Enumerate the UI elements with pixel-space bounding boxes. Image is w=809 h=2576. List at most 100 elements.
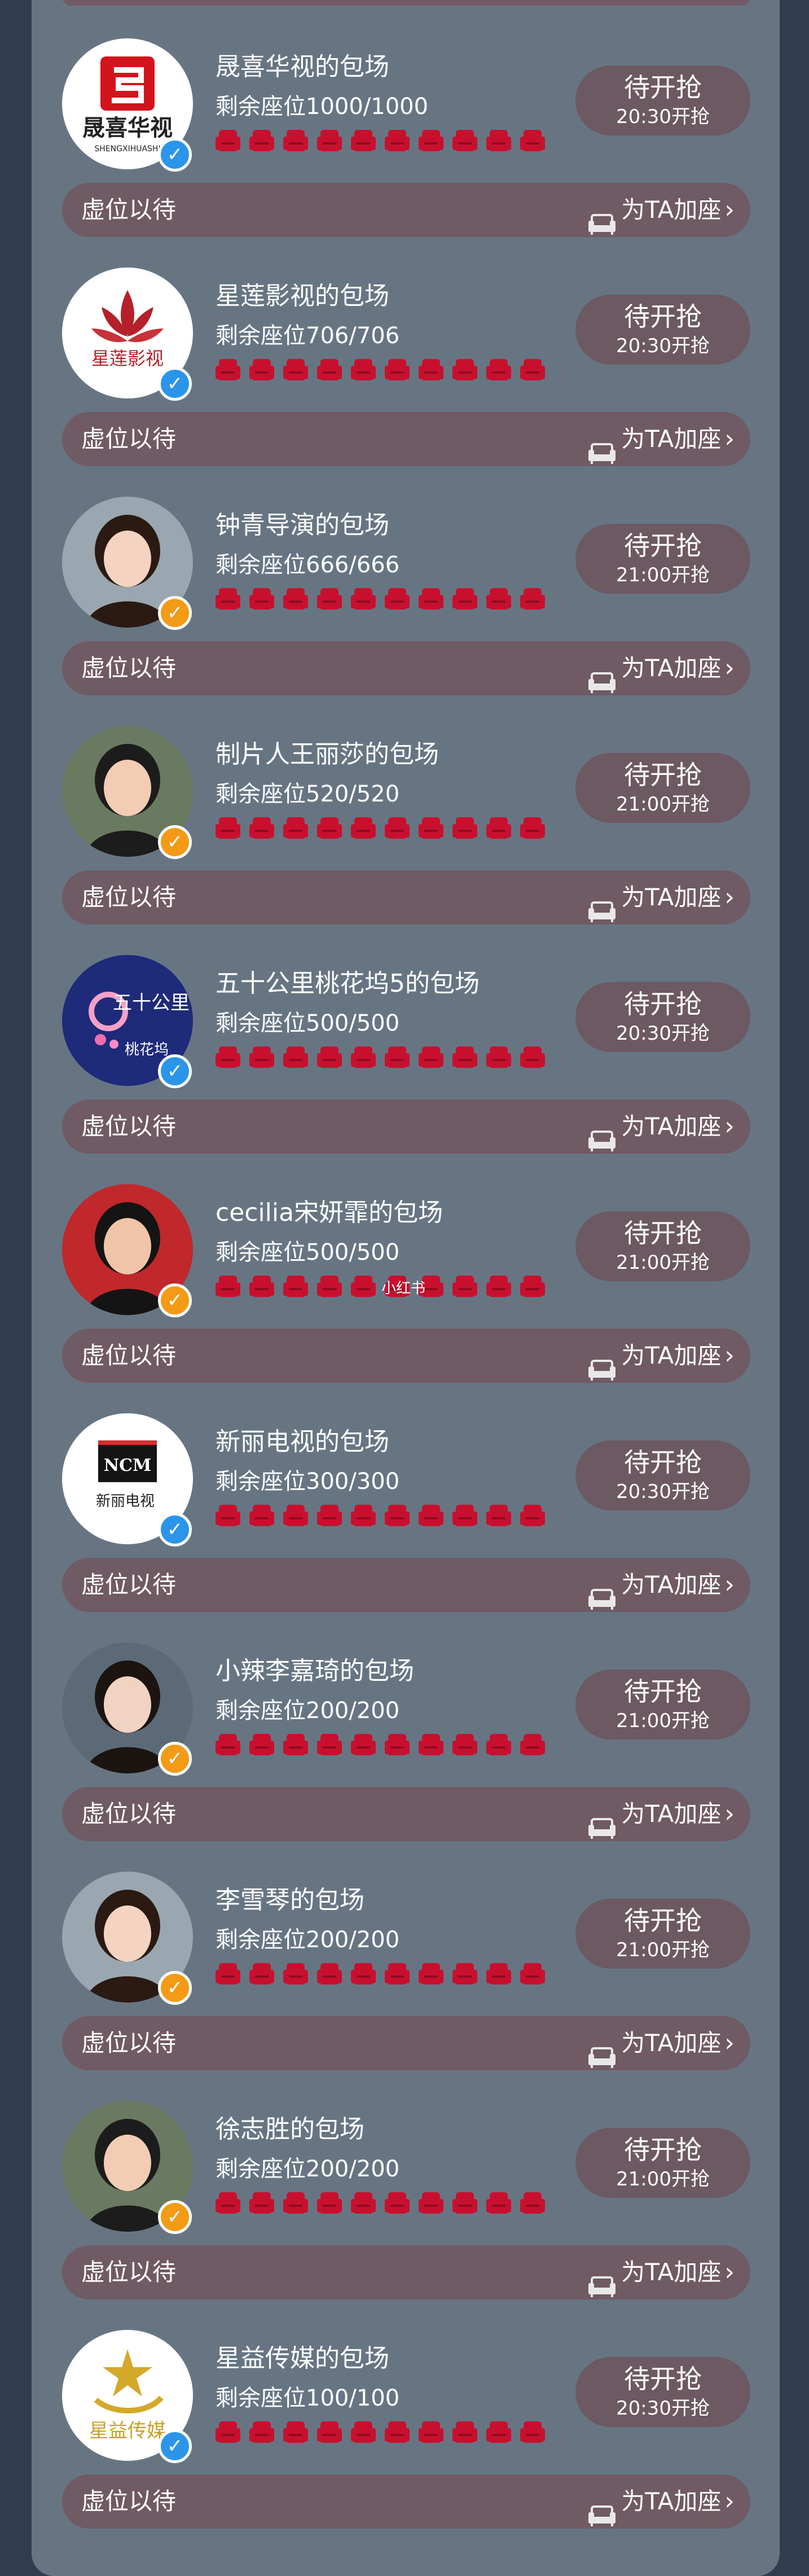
wait-to-grab-button[interactable]: 待开抢 20:30开抢 xyxy=(575,65,750,135)
add-seat-button[interactable]: 为TA加座 › xyxy=(587,641,735,695)
vacant-label: 虚位以待 xyxy=(81,1571,177,1598)
verified-badge-icon: ✓ xyxy=(158,1283,192,1317)
wait-to-grab-button[interactable]: 待开抢 20:30开抢 xyxy=(575,1440,750,1510)
add-seat-button[interactable]: 为TA加座 › xyxy=(587,870,735,925)
seat-icon xyxy=(216,1733,240,1758)
add-seat-label: 为TA加座 xyxy=(621,654,722,682)
seat-icon xyxy=(283,358,308,383)
vacant-seat-bar: 虚位以待 为TA加座 › xyxy=(62,1099,750,1154)
start-time: 20:30开抢 xyxy=(616,106,710,128)
add-seat-button[interactable]: 为TA加座 › xyxy=(587,1099,735,1154)
start-time: 20:30开抢 xyxy=(616,2397,710,2420)
seat-icon xyxy=(249,1733,274,1758)
seat-icon xyxy=(452,2420,477,2445)
seat-icon xyxy=(216,2191,240,2216)
add-seat-button[interactable]: 为TA加座 › xyxy=(587,2474,735,2529)
seat-icon xyxy=(351,587,376,612)
wait-to-grab-button[interactable]: 待开抢 21:00开抢 xyxy=(575,524,750,594)
seat-icon xyxy=(419,1733,443,1758)
seat-icon xyxy=(283,1733,308,1758)
wait-to-grab-button[interactable]: 待开抢 21:00开抢 xyxy=(575,1899,750,1969)
seat-icon xyxy=(283,129,308,154)
vacant-label: 虚位以待 xyxy=(81,196,177,224)
wait-to-grab-button[interactable]: 待开抢 21:00开抢 xyxy=(575,2128,750,2198)
seat-icon xyxy=(520,1733,545,1758)
seat-icon xyxy=(249,2191,274,2216)
seat-icon xyxy=(486,2191,511,2216)
verified-badge-icon: ✓ xyxy=(158,367,192,401)
chevron-right-icon: › xyxy=(724,1112,735,1141)
add-seat-button[interactable]: 为TA加座 › xyxy=(587,2245,735,2299)
card-title: 小辣李嘉琦的包场 xyxy=(216,1657,414,1685)
vacant-label: 虚位以待 xyxy=(81,425,177,453)
seat-icons-row xyxy=(216,1045,554,1072)
add-seat-button[interactable]: 为TA加座 › xyxy=(587,1329,735,1383)
seat-icon xyxy=(249,816,274,841)
wait-label: 待开抢 xyxy=(624,2135,702,2165)
seat-icon xyxy=(283,816,308,841)
sofa-icon xyxy=(587,1804,617,1839)
remaining-seats-text: 剩余座位520/520 xyxy=(216,781,400,807)
add-seat-button[interactable]: 为TA加座 › xyxy=(587,2016,735,2070)
seat-icon xyxy=(486,358,511,383)
seat-icon xyxy=(283,2191,308,2216)
booking-card: 星莲影视 ✓ 星莲影视的包场 剩余座位706/706 待开抢 20:30开抢 虚位以待 为TA… xyxy=(32,268,780,497)
add-seat-button[interactable]: 为TA加座 › xyxy=(587,1558,735,1612)
wait-to-grab-button[interactable]: 待开抢 21:00开抢 xyxy=(575,1670,750,1740)
seat-icon xyxy=(419,1504,443,1528)
remaining-seats-text: 剩余座位1000/1000 xyxy=(216,94,429,120)
seat-icon xyxy=(520,1274,545,1299)
verified-badge-icon: ✓ xyxy=(158,1971,192,2005)
seat-icon xyxy=(452,1504,477,1528)
chevron-right-icon: › xyxy=(724,1570,735,1599)
wait-to-grab-button[interactable]: 待开抢 21:00开抢 xyxy=(575,1211,750,1281)
seat-icon xyxy=(385,816,410,841)
add-seat-button[interactable]: 为TA加座 › xyxy=(587,183,735,237)
chevron-right-icon: › xyxy=(724,654,735,682)
seat-icon xyxy=(452,816,477,841)
seat-icon xyxy=(283,1504,308,1528)
add-seat-label: 为TA加座 xyxy=(621,1112,722,1140)
seat-icon xyxy=(486,816,511,841)
seat-icons-row xyxy=(216,2420,554,2447)
add-seat-label: 为TA加座 xyxy=(621,883,722,911)
card-title: 星益传媒的包场 xyxy=(216,2344,389,2373)
seat-icon xyxy=(216,358,240,383)
seat-icon xyxy=(385,1504,410,1528)
start-time: 21:00开抢 xyxy=(616,1251,710,1274)
remaining-seats-text: 剩余座位200/200 xyxy=(216,1698,400,1724)
vacant-label: 虚位以待 xyxy=(81,654,177,682)
vacant-label: 虚位以待 xyxy=(81,1342,177,1369)
seat-icon xyxy=(520,1045,545,1070)
add-seat-button[interactable]: 为TA加座 › xyxy=(587,1787,735,1841)
vacant-seat-bar: 虚位以待 为TA加座 › xyxy=(62,1787,750,1841)
seat-icon xyxy=(351,358,376,383)
seat-icon xyxy=(317,1274,342,1299)
wait-to-grab-button[interactable]: 待开抢 20:30开抢 xyxy=(575,2357,750,2427)
wait-to-grab-button[interactable]: 待开抢 20:30开抢 xyxy=(575,295,750,365)
sofa-icon xyxy=(587,430,617,464)
sofa-icon xyxy=(587,659,617,693)
seat-icon xyxy=(249,2420,274,2445)
wait-label: 待开抢 xyxy=(624,1447,702,1478)
card-title: 晟喜华视的包场 xyxy=(216,52,389,81)
card-title: 制片人王丽莎的包场 xyxy=(216,740,439,769)
seat-icon xyxy=(419,2420,443,2445)
seat-icon xyxy=(520,2420,545,2445)
remaining-seats-text: 剩余座位500/500 xyxy=(216,1239,400,1265)
seat-icons-row xyxy=(216,1962,554,1989)
wait-to-grab-button[interactable]: 待开抢 20:30开抢 xyxy=(575,982,750,1052)
vacant-seat-bar: 虚位以待 为TA加座 › xyxy=(62,2474,750,2529)
seat-icon xyxy=(520,2191,545,2216)
add-seat-button[interactable]: 为TA加座 › xyxy=(587,412,735,466)
seat-icon xyxy=(216,2420,240,2445)
card-title: 钟青导演的包场 xyxy=(216,511,389,540)
seat-icon xyxy=(216,1504,240,1528)
verified-badge-icon: ✓ xyxy=(158,2200,192,2234)
seat-icon xyxy=(283,1274,308,1299)
booking-card: ✓ 小辣李嘉琦的包场 剩余座位200/200 待开抢 21:00开抢 虚位以待 为TA加座 › xyxy=(32,1642,780,1872)
booking-card: ✓ 制片人王丽莎的包场 剩余座位520/520 待开抢 21:00开抢 虚位以待 为TA加座… xyxy=(32,726,780,955)
wait-to-grab-button[interactable]: 待开抢 21:00开抢 xyxy=(575,753,750,823)
seat-icons-row xyxy=(216,1504,554,1531)
seat-icon xyxy=(419,1962,443,1987)
